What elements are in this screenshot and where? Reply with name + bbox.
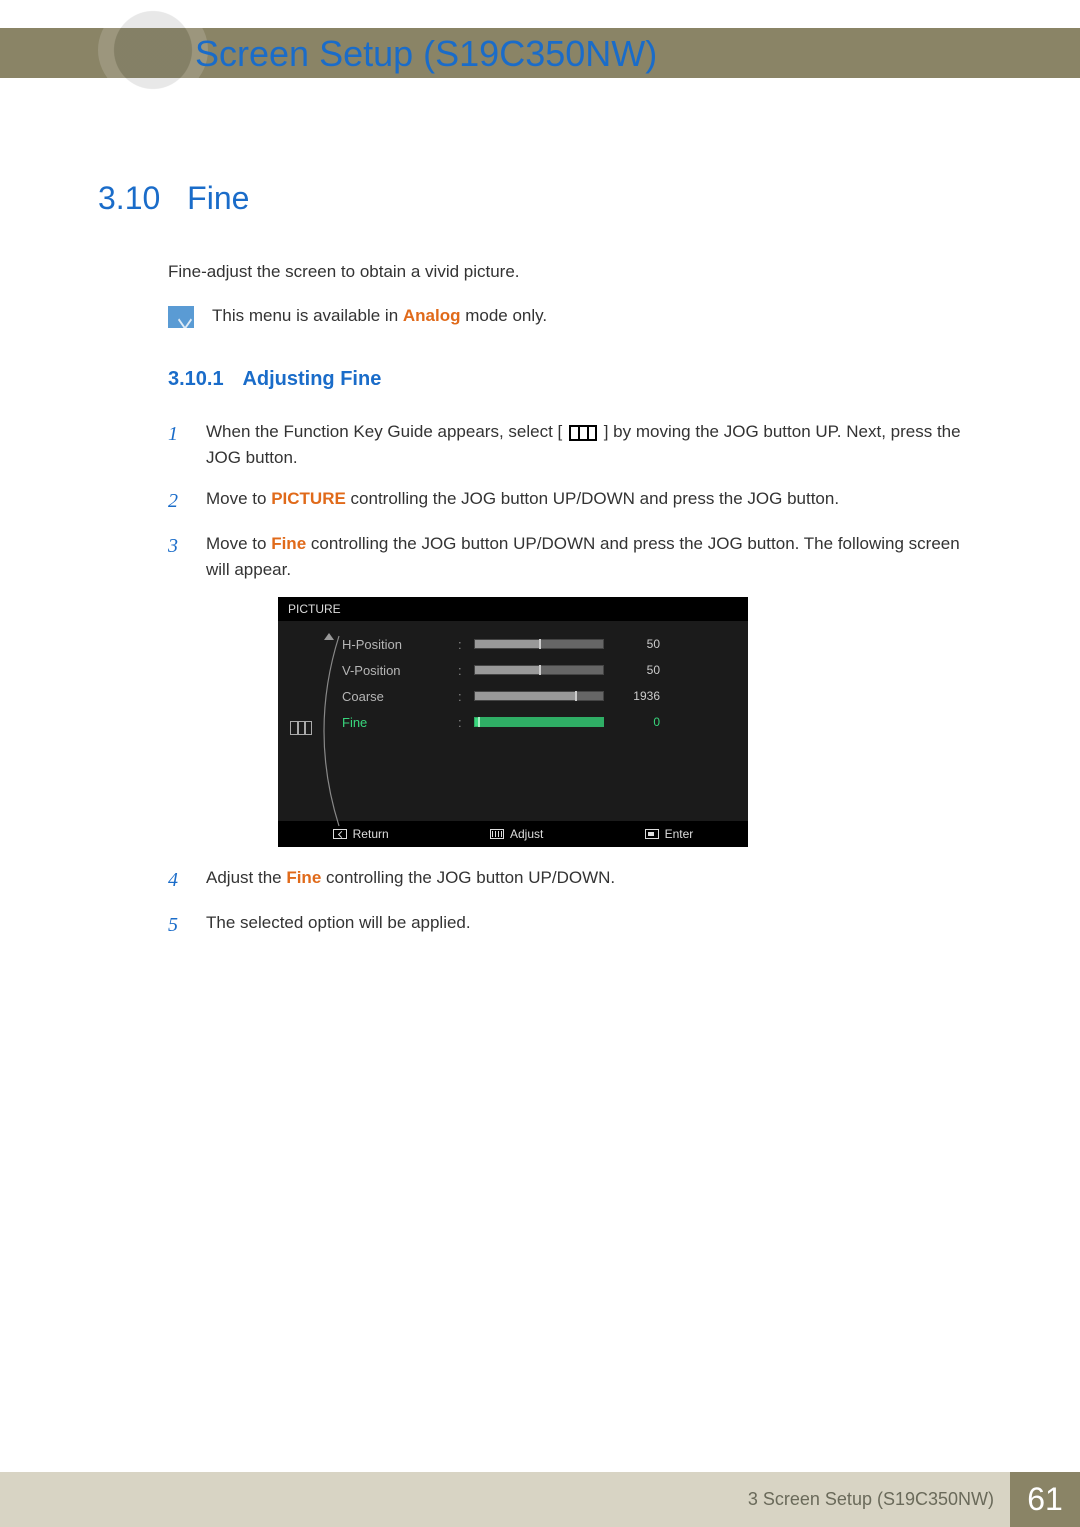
section-heading: 3.10 Fine (98, 180, 983, 217)
step-5: 5 The selected option will be applied. (168, 910, 983, 941)
osd-screenshot: PICTURE H-Position: 50 V-Position: 50 Coarse… (278, 597, 983, 847)
adjust-icon (490, 829, 504, 839)
osd-item-value: 0 (610, 715, 660, 729)
osd-item-label: Coarse (342, 689, 452, 704)
return-icon (333, 829, 347, 839)
osd-row: Coarse: 1936 (342, 683, 734, 709)
step-number: 5 (168, 910, 188, 941)
step-text: controlling the JOG button UP/DOWN. (321, 868, 615, 887)
colon: : (458, 715, 468, 730)
step-1: 1 When the Function Key Guide appears, s… (168, 419, 983, 472)
chapter-badge (98, 0, 208, 100)
content: 3.10 Fine Fine-adjust the screen to obta… (98, 180, 983, 955)
step-text: When the Function Key Guide appears, sel… (206, 422, 558, 441)
note-row: This menu is available in Analog mode on… (168, 306, 983, 328)
osd-item-value: 50 (610, 663, 660, 677)
colon: : (458, 637, 468, 652)
subsection-number: 3.10.1 (168, 368, 224, 390)
note-text: This menu is available in Analog mode on… (212, 306, 547, 326)
step-number: 4 (168, 865, 188, 896)
note-highlight: Analog (403, 306, 461, 325)
osd-item-label: V-Position (342, 663, 452, 678)
step-highlight: Fine (271, 534, 306, 553)
bracket-left: [ (558, 422, 567, 441)
osd-row: H-Position: 50 (342, 631, 734, 657)
osd-adjust-hint: Adjust (490, 827, 543, 841)
subsection-title: Adjusting Fine (242, 368, 381, 390)
subsection-heading: 3.10.1 Adjusting Fine (168, 368, 983, 391)
section-title: Fine (187, 180, 249, 216)
step-number: 3 (168, 531, 188, 584)
osd-enter-hint: Enter (645, 827, 694, 841)
menu-icon (569, 425, 597, 441)
osd-item-value: 50 (610, 637, 660, 651)
osd-row: V-Position: 50 (342, 657, 734, 683)
osd-item-value: 1936 (610, 689, 660, 703)
page-footer: 3 Screen Setup (S19C350NW) 61 (0, 1472, 1080, 1527)
step-text: Adjust the (206, 868, 286, 887)
osd-slider (474, 717, 604, 727)
intro-text: Fine-adjust the screen to obtain a vivid… (168, 262, 983, 282)
step-body: When the Function Key Guide appears, sel… (206, 419, 983, 472)
up-arrow-icon (324, 633, 334, 640)
osd-title: PICTURE (278, 597, 748, 621)
step-text: controlling the JOG button UP/DOWN and p… (206, 534, 960, 579)
enter-icon (645, 829, 659, 839)
step-2: 2 Move to PICTURE controlling the JOG bu… (168, 486, 983, 517)
step-text: Move to (206, 534, 271, 553)
osd-enter-label: Enter (665, 827, 694, 841)
osd-return-label: Return (353, 827, 389, 841)
osd-item-label: H-Position (342, 637, 452, 652)
menu-category-icon (290, 721, 312, 735)
osd-panel: PICTURE H-Position: 50 V-Position: 50 Coarse… (278, 597, 748, 847)
note-suffix: mode only. (460, 306, 547, 325)
osd-return-hint: Return (333, 827, 389, 841)
step-4: 4 Adjust the Fine controlling the JOG bu… (168, 865, 983, 896)
step-3: 3 Move to Fine controlling the JOG butto… (168, 531, 983, 584)
step-body: Move to PICTURE controlling the JOG butt… (206, 486, 839, 517)
step-text: Move to (206, 489, 271, 508)
step-number: 1 (168, 419, 188, 472)
osd-slider (474, 691, 604, 701)
osd-slider (474, 665, 604, 675)
note-icon (168, 306, 194, 328)
osd-slider (474, 639, 604, 649)
footer-text: 3 Screen Setup (S19C350NW) (748, 1489, 994, 1510)
osd-adjust-label: Adjust (510, 827, 543, 841)
osd-row: Fine: 0 (342, 709, 734, 735)
osd-rows: H-Position: 50 V-Position: 50 Coarse: 1936 Fin… (342, 631, 734, 735)
step-highlight: Fine (286, 868, 321, 887)
steps-list: 1 When the Function Key Guide appears, s… (168, 419, 983, 941)
step-text: controlling the JOG button UP/DOWN and p… (346, 489, 839, 508)
step-body: The selected option will be applied. (206, 910, 471, 941)
step-number: 2 (168, 486, 188, 517)
colon: : (458, 689, 468, 704)
osd-body: H-Position: 50 V-Position: 50 Coarse: 1936 Fin… (278, 621, 748, 821)
note-prefix: This menu is available in (212, 306, 403, 325)
colon: : (458, 663, 468, 678)
osd-footer: Return Adjust Enter (278, 821, 748, 847)
osd-item-label: Fine (342, 715, 452, 730)
step-highlight: PICTURE (271, 489, 346, 508)
page-number: 61 (1010, 1472, 1080, 1527)
section-number: 3.10 (98, 180, 160, 216)
step-body: Adjust the Fine controlling the JOG butt… (206, 865, 615, 896)
page-title: Screen Setup (S19C350NW) (195, 33, 657, 75)
step-body: Move to Fine controlling the JOG button … (206, 531, 983, 584)
